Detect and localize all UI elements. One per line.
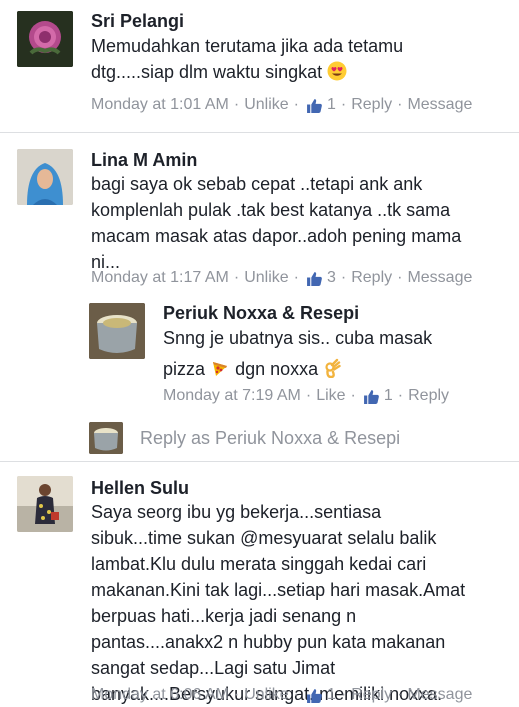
timestamp[interactable]: Monday at 1:17 AM (91, 269, 229, 287)
page-avatar[interactable] (89, 303, 145, 359)
comment-lina-m-amin: Lina M Amin bagi saya ok sebab cepat ..t… (0, 133, 519, 461)
comment-text: Saya seorg ibu yg bekerja...sentiasa sib… (91, 502, 466, 704)
commenter-name[interactable]: Lina M Amin (91, 150, 197, 171)
like-count[interactable]: 1 (327, 686, 336, 704)
comment-meta: Monday at 1:01 AM · Unlike · 1 · Reply ·… (91, 96, 473, 114)
like-count[interactable]: 1 (384, 387, 393, 405)
unlike-link[interactable]: Unlike (244, 96, 288, 114)
reply-link[interactable]: Reply (351, 686, 392, 704)
timestamp[interactable]: Monday at 7:19 AM (163, 387, 301, 405)
comment-meta: Monday at 1:17 AM · Unlike · 3 · Reply ·… (91, 269, 473, 287)
page-avatar-small (89, 422, 123, 454)
like-link[interactable]: Like (316, 387, 345, 405)
comment-text: Memudahkan terutama jika ada tetamu dtg.… (91, 36, 404, 82)
thumbs-up-icon (307, 271, 322, 286)
message-link[interactable]: Message (407, 96, 472, 114)
unlike-link[interactable]: Unlike (244, 686, 288, 704)
avatar[interactable] (17, 149, 73, 205)
thumbs-up-icon (363, 389, 379, 404)
reply-link[interactable]: Reply (351, 96, 392, 114)
thumbs-up-icon (307, 98, 322, 113)
commenter-name[interactable]: Sri Pelangi (91, 11, 184, 32)
comment-text: bagi saya ok sebab cepat ..tetapi ank an… (91, 174, 462, 272)
reply-text: Snng je ubatnya sis.. cuba masak pizza d… (163, 328, 433, 379)
timestamp[interactable]: Monday at 6:06 AM (91, 686, 229, 704)
like-count[interactable]: 1 (327, 96, 336, 114)
reply-as-input[interactable]: Reply as Periuk Noxxa & Resepi (140, 428, 400, 449)
reply-author-name[interactable]: Periuk Noxxa & Resepi (163, 303, 359, 324)
like-count[interactable]: 3 (327, 269, 336, 287)
timestamp[interactable]: Monday at 1:01 AM (91, 96, 229, 114)
message-link[interactable]: Message (407, 269, 472, 287)
avatar[interactable] (17, 476, 73, 532)
message-link[interactable]: Message (407, 686, 472, 704)
heart-eyes-emoji (327, 61, 347, 81)
avatar[interactable] (17, 11, 73, 67)
reply-link[interactable]: Reply (408, 387, 449, 405)
reply-link[interactable]: Reply (351, 269, 392, 287)
comment-hellen-sulu: Hellen Sulu Saya seorg ibu yg bekerja...… (0, 462, 519, 707)
comment-sri-pelangi: Sri Pelangi Memudahkan terutama jika ada… (0, 0, 519, 132)
comment-meta: Monday at 6:06 AM · Unlike · 1 · Reply ·… (91, 686, 473, 704)
ok-hand-emoji (325, 358, 341, 378)
commenter-name[interactable]: Hellen Sulu (91, 478, 189, 499)
reply-meta: Monday at 7:19 AM · Like · 1 · Reply (163, 387, 450, 405)
thumbs-up-icon (307, 688, 322, 703)
pizza-emoji (213, 362, 228, 376)
unlike-link[interactable]: Unlike (244, 269, 288, 287)
